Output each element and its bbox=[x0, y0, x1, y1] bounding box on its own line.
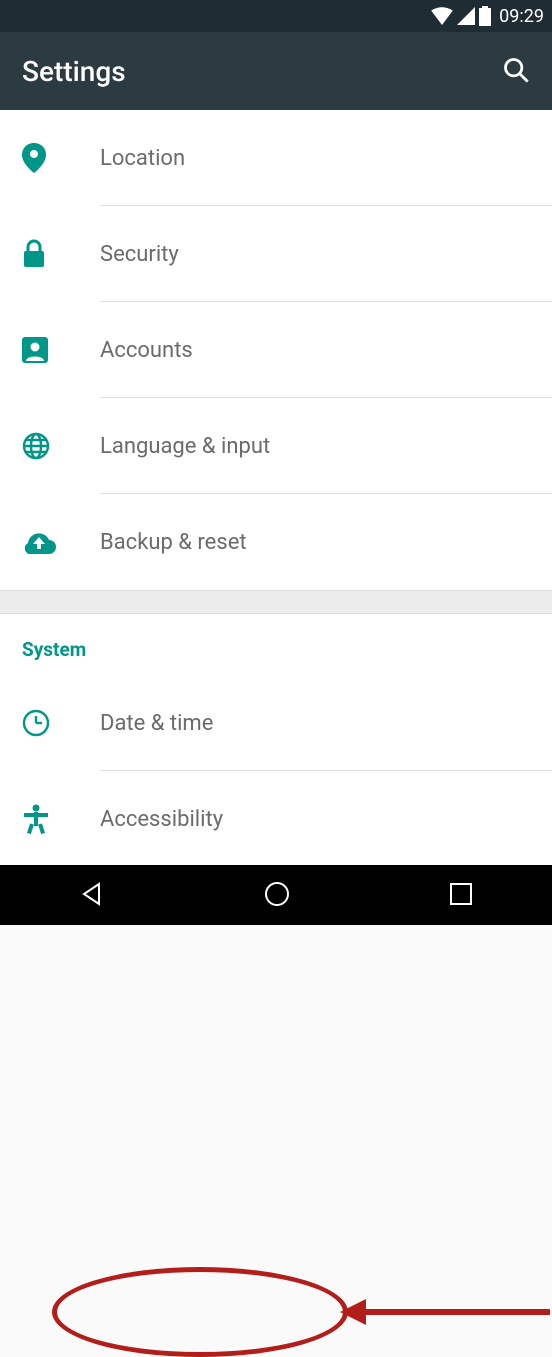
status-time: 09:29 bbox=[499, 6, 544, 27]
cloud-up-icon bbox=[22, 530, 100, 554]
location-pin-icon bbox=[22, 143, 100, 173]
section-header-system: System bbox=[0, 614, 552, 675]
settings-item-label: Security bbox=[100, 242, 179, 267]
search-button[interactable] bbox=[502, 56, 530, 87]
settings-item-accounts[interactable]: Accounts bbox=[0, 302, 552, 398]
lock-icon bbox=[22, 239, 100, 269]
back-button[interactable] bbox=[79, 881, 105, 910]
circle-home-icon bbox=[264, 881, 290, 910]
recents-button[interactable] bbox=[449, 882, 473, 909]
settings-item-label: Language & input bbox=[100, 434, 270, 459]
app-bar: Settings bbox=[0, 32, 552, 110]
settings-item-backup-reset[interactable]: Backup & reset bbox=[0, 494, 552, 590]
triangle-back-icon bbox=[79, 881, 105, 910]
search-icon bbox=[502, 56, 530, 87]
settings-list: Location Security Accounts Language & in… bbox=[0, 110, 552, 590]
section-gap bbox=[0, 590, 552, 614]
settings-item-language-input[interactable]: Language & input bbox=[0, 398, 552, 494]
navigation-bar bbox=[0, 865, 552, 925]
settings-item-label: Date & time bbox=[100, 711, 213, 736]
settings-item-label: Location bbox=[100, 146, 185, 171]
home-button[interactable] bbox=[264, 881, 290, 910]
settings-item-date-time[interactable]: Date & time bbox=[0, 675, 552, 771]
settings-item-security[interactable]: Security bbox=[0, 206, 552, 302]
square-recents-icon bbox=[449, 882, 473, 909]
settings-item-label: Backup & reset bbox=[100, 530, 247, 555]
globe-icon bbox=[22, 432, 100, 460]
system-list: Date & time Accessibility bbox=[0, 675, 552, 867]
battery-icon bbox=[479, 6, 491, 26]
settings-item-accessibility[interactable]: Accessibility bbox=[0, 771, 552, 867]
app-bar-title: Settings bbox=[22, 55, 126, 88]
settings-item-label: Accounts bbox=[100, 338, 193, 363]
wifi-icon bbox=[431, 7, 453, 25]
settings-item-label: Accessibility bbox=[100, 807, 223, 832]
settings-item-location[interactable]: Location bbox=[0, 110, 552, 206]
clock-icon bbox=[22, 709, 100, 737]
annotation-ellipse bbox=[52, 1267, 348, 1357]
status-bar: 09:29 bbox=[0, 0, 552, 32]
accessibility-icon bbox=[22, 804, 100, 834]
annotation-arrow bbox=[340, 1287, 552, 1337]
person-box-icon bbox=[22, 337, 100, 363]
cellular-icon bbox=[457, 7, 475, 25]
